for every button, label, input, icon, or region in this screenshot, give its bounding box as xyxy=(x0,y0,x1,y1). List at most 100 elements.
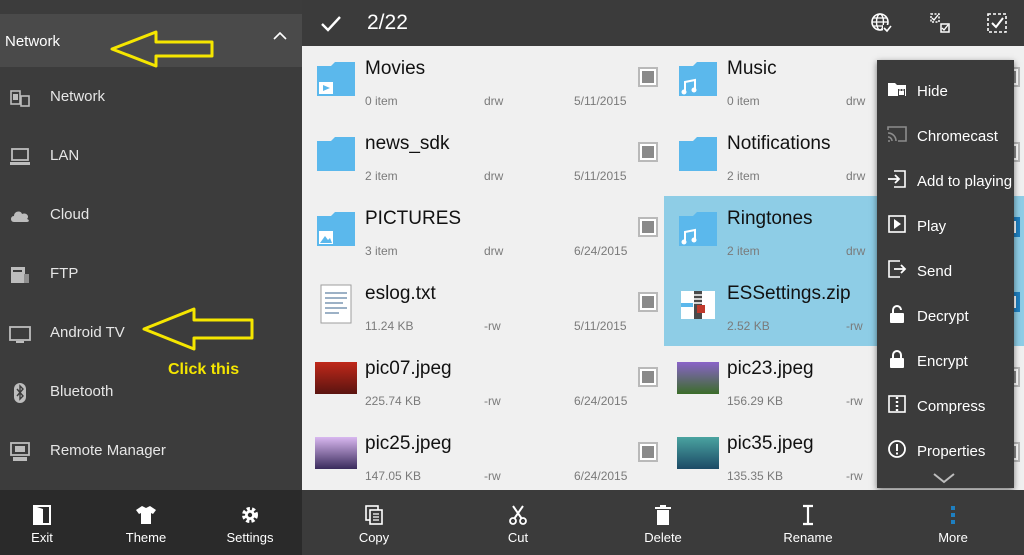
zip-file-icon xyxy=(681,291,715,319)
drawer-section-title: Network xyxy=(5,33,61,50)
sidebar-item-label: FTP xyxy=(50,265,79,282)
scissors-icon xyxy=(509,505,527,525)
network-devices-icon xyxy=(10,90,30,107)
file-permissions: -rw xyxy=(846,394,863,408)
file-checkbox[interactable] xyxy=(638,67,658,87)
menu-item-play[interactable]: Play xyxy=(877,200,1014,245)
menu-item-label: Add to playing xyxy=(917,173,1013,190)
annotation-arrow-icon xyxy=(142,307,254,351)
file-checkbox[interactable] xyxy=(638,367,658,387)
sidebar-item-cloud[interactable]: Cloud xyxy=(0,185,302,244)
ftp-server-icon xyxy=(11,267,29,283)
file-item[interactable]: eslog.txt 11.24 KB -rw 5/11/2015 xyxy=(302,271,663,346)
file-name: pic23.jpeg xyxy=(727,358,814,379)
file-name: eslog.txt xyxy=(365,283,436,304)
delete-label: Delete xyxy=(644,530,682,545)
settings-label: Settings xyxy=(226,530,274,545)
image-thumbnail xyxy=(677,362,719,394)
menu-item-add-to-playing[interactable]: Add to playing xyxy=(877,155,1014,200)
cut-label: Cut xyxy=(507,530,529,545)
globe-icon[interactable] xyxy=(870,12,892,34)
file-size: 156.29 KB xyxy=(727,394,784,408)
rename-label: Rename xyxy=(783,530,833,545)
sidebar-item-ftp[interactable]: FTP xyxy=(0,244,302,303)
file-date: 6/24/2015 xyxy=(574,394,628,408)
check-icon[interactable] xyxy=(320,12,342,34)
file-item[interactable]: news_sdk 2 item drw 5/11/2015 xyxy=(302,121,663,196)
file-permissions: drw xyxy=(846,169,866,183)
file-size: 135.35 KB xyxy=(727,469,784,483)
more-button[interactable]: More xyxy=(881,490,1024,555)
menu-item-decrypt[interactable]: Decrypt xyxy=(877,290,1014,335)
more-options-menu: Hide Chromecast Add to playing Play Send… xyxy=(877,60,1014,488)
image-thumbnail xyxy=(315,437,357,469)
file-item[interactable]: PICTURES 3 item drw 6/24/2015 xyxy=(302,196,663,271)
menu-item-send[interactable]: Send xyxy=(877,245,1014,290)
sidebar-item-label: Android TV xyxy=(50,324,125,341)
trash-icon xyxy=(655,505,671,525)
folder-icon xyxy=(317,137,355,171)
file-size: 0 item xyxy=(365,94,398,108)
folder-picture-icon xyxy=(317,212,355,246)
file-name: news_sdk xyxy=(365,133,450,154)
cut-button[interactable]: Cut xyxy=(446,490,590,555)
file-permissions: drw xyxy=(846,94,866,108)
exit-button[interactable]: Exit xyxy=(0,490,92,555)
select-all-icon[interactable] xyxy=(986,12,1008,34)
folder-music-icon xyxy=(679,212,717,246)
sidebar-item-lan[interactable]: LAN xyxy=(0,126,302,185)
selection-toolbar: 2/22 xyxy=(302,0,1024,46)
file-item[interactable]: Movies 0 item drw 5/11/2015 xyxy=(302,46,663,121)
sidebar-item-bluetooth[interactable]: Bluetooth xyxy=(0,362,302,421)
menu-item-compress[interactable]: Compress xyxy=(877,380,1014,425)
file-item[interactable]: pic25.jpeg 147.05 KB -rw 6/24/2015 xyxy=(302,421,663,490)
file-permissions: -rw xyxy=(484,469,501,483)
sidebar-item-remote-manager[interactable]: Remote Manager xyxy=(0,421,302,480)
file-checkbox[interactable] xyxy=(638,217,658,237)
file-checkbox[interactable] xyxy=(638,142,658,162)
file-date: 5/11/2015 xyxy=(574,169,627,183)
file-permissions: drw xyxy=(484,244,504,258)
sidebar-item-network[interactable]: Network xyxy=(0,67,302,126)
file-size: 147.05 KB xyxy=(365,469,422,483)
gear-icon xyxy=(242,507,258,523)
info-icon xyxy=(888,440,906,458)
rename-button[interactable]: Rename xyxy=(736,490,880,555)
annotation-arrow-icon xyxy=(110,30,214,68)
sidebar-item-label: Cloud xyxy=(50,206,90,223)
menu-item-label: Encrypt xyxy=(917,353,968,370)
delete-button[interactable]: Delete xyxy=(591,490,735,555)
tshirt-icon xyxy=(136,506,156,524)
file-permissions: -rw xyxy=(484,319,501,333)
send-icon xyxy=(888,260,907,278)
file-permissions: drw xyxy=(484,169,504,183)
settings-button[interactable]: Settings xyxy=(200,490,300,555)
theme-button[interactable]: Theme xyxy=(96,490,196,555)
menu-item-hide[interactable]: Hide xyxy=(877,65,1014,110)
copy-button[interactable]: Copy xyxy=(302,490,446,555)
navigation-drawer: Network Network LAN Cloud FTP Android TV… xyxy=(0,0,302,555)
file-name: Ringtones xyxy=(727,208,813,229)
menu-item-label: Chromecast xyxy=(917,128,998,145)
file-item[interactable]: pic07.jpeg 225.74 KB -rw 6/24/2015 xyxy=(302,346,663,421)
file-checkbox[interactable] xyxy=(638,292,658,312)
folder-music-icon xyxy=(679,62,717,96)
select-range-icon[interactable] xyxy=(929,12,951,34)
tv-icon xyxy=(9,326,31,343)
action-bar: Copy Cut Delete Rename More xyxy=(302,490,1024,555)
file-permissions: -rw xyxy=(484,394,501,408)
hide-folder-icon xyxy=(888,83,906,96)
file-checkbox[interactable] xyxy=(638,442,658,462)
lan-computer-icon xyxy=(10,148,30,165)
image-thumbnail xyxy=(315,362,357,394)
more-dots-icon xyxy=(951,506,955,524)
file-size: 225.74 KB xyxy=(365,394,422,408)
image-thumbnail xyxy=(677,437,719,469)
chevron-down-icon[interactable] xyxy=(932,472,956,484)
file-size: 2.52 KB xyxy=(727,319,770,333)
menu-item-chromecast[interactable]: Chromecast xyxy=(877,110,1014,155)
menu-item-encrypt[interactable]: Encrypt xyxy=(877,335,1014,380)
menu-item-properties[interactable]: Properties xyxy=(877,425,1014,470)
chevron-up-icon[interactable] xyxy=(272,28,288,44)
file-name: PICTURES xyxy=(365,208,462,229)
